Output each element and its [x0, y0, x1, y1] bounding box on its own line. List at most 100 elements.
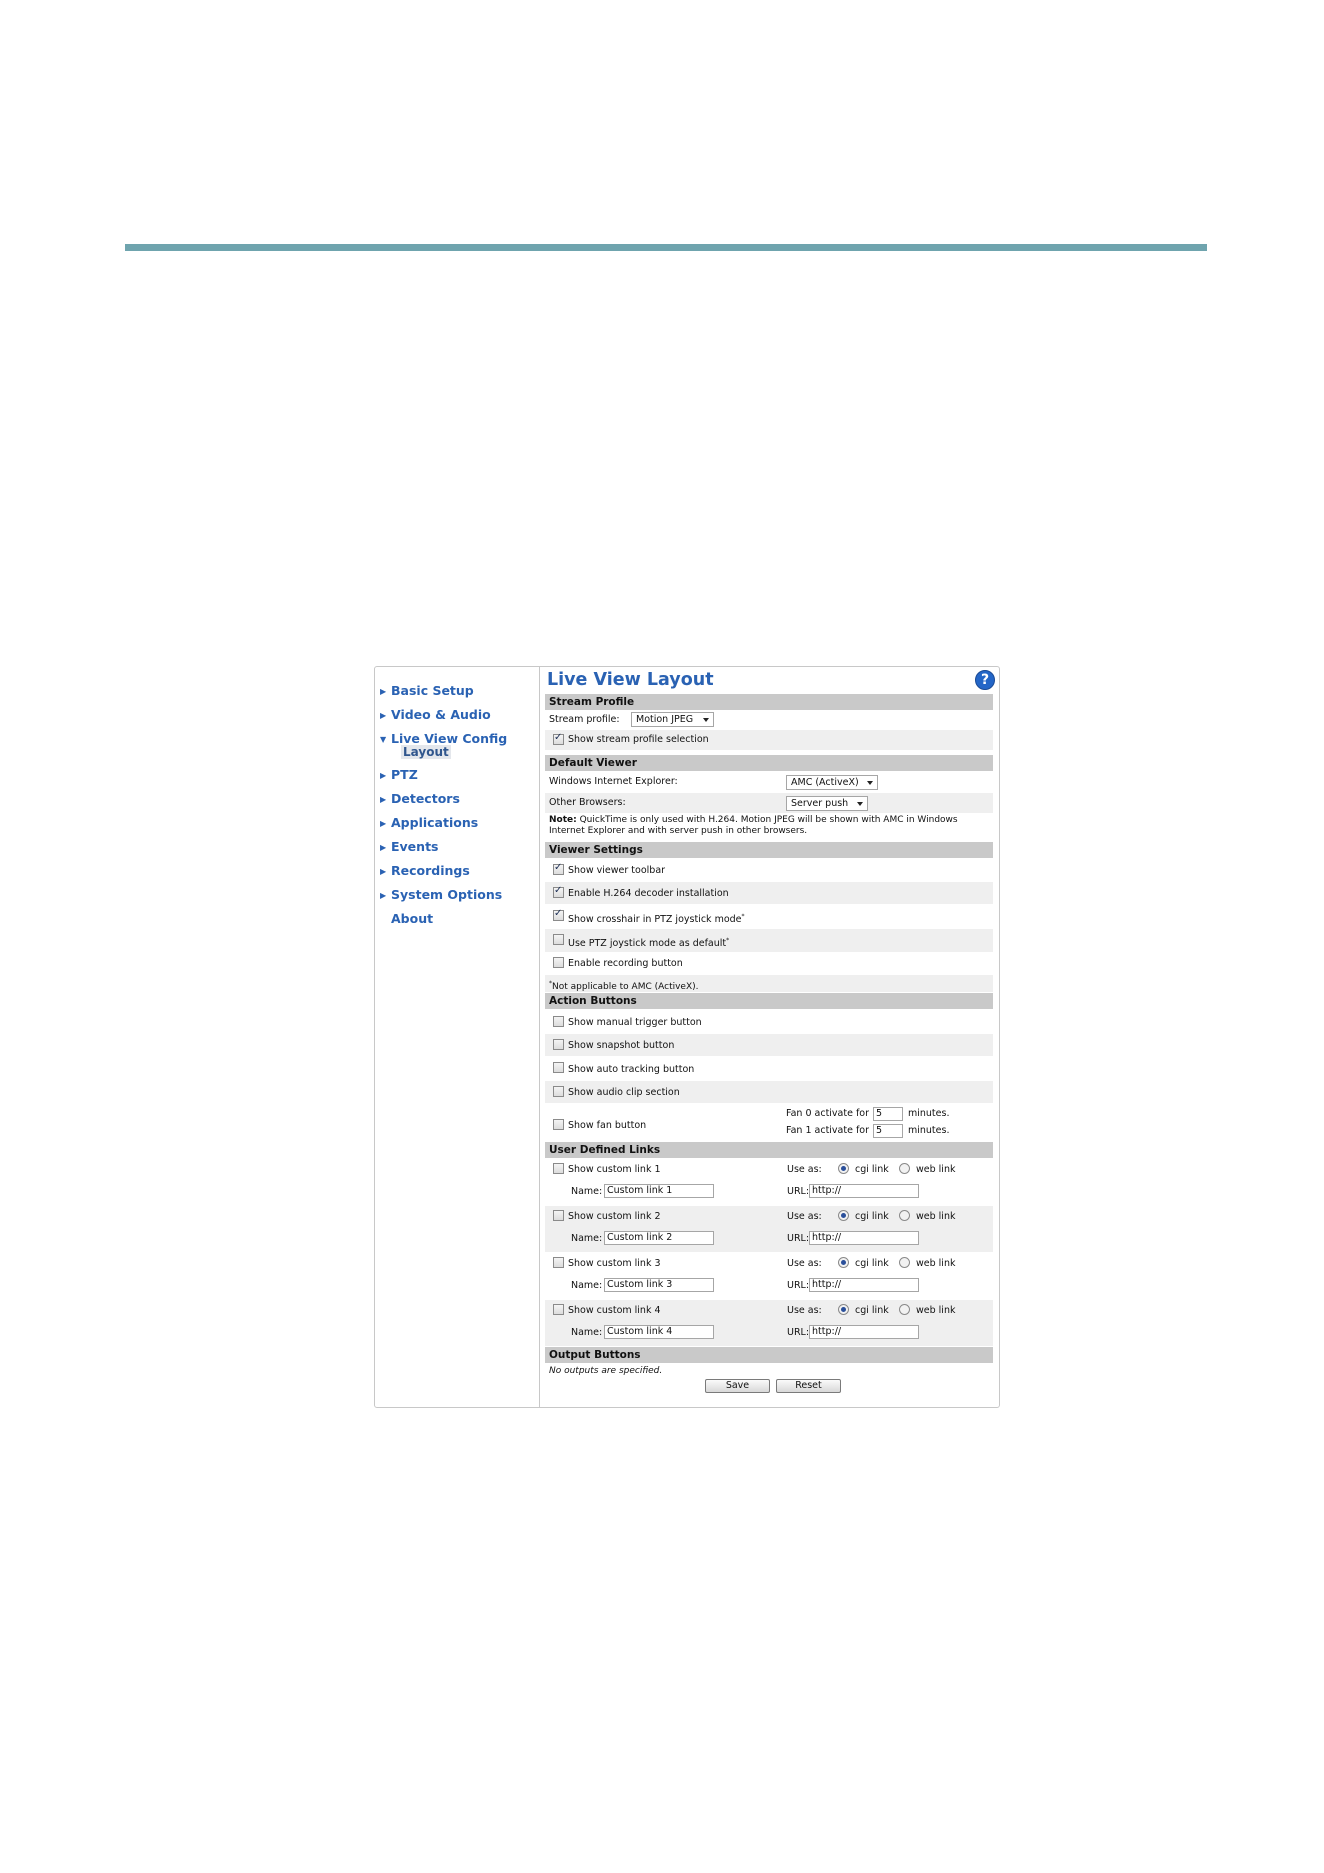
nav-item-applications[interactable]: ▶ Applications: [380, 815, 478, 830]
cgi-link-radio[interactable]: [838, 1257, 849, 1268]
web-link-label: web link: [916, 1164, 956, 1175]
nav-item-about[interactable]: About: [380, 911, 433, 926]
custom-link-label: Show custom link 2: [568, 1211, 661, 1222]
other-browsers-select[interactable]: Server push: [786, 796, 868, 811]
use-as-label: Use as:: [787, 1211, 822, 1222]
asterisk-mark: *: [726, 937, 730, 944]
audio-clip-row: Show audio clip section: [545, 1081, 993, 1103]
main-panel: Live View Layout ? Stream Profile Stream…: [543, 667, 995, 1407]
name-label: Name:: [571, 1327, 603, 1338]
cgi-link-radio[interactable]: [838, 1210, 849, 1221]
nav-item-ptz[interactable]: ▶ PTZ: [380, 767, 418, 782]
web-link-radio[interactable]: [899, 1304, 910, 1315]
nav-item-basic-setup[interactable]: ▶ Basic Setup: [380, 683, 474, 698]
custom-link-label: Show custom link 3: [568, 1258, 661, 1269]
ie-viewer-row: Windows Internet Explorer: AMC (ActiveX): [545, 772, 993, 792]
custom-link-checkbox[interactable]: [553, 1257, 564, 1268]
stream-profile-row: Stream profile: Motion JPEG: [545, 711, 993, 729]
name-label: Name:: [571, 1186, 603, 1197]
url-label: URL:: [787, 1233, 810, 1244]
viewer-footnote-row: *Not applicable to AMC (ActiveX).: [545, 975, 993, 992]
viewer-note: Note: QuickTime is only used with H.264.…: [545, 814, 993, 840]
link-url-input[interactable]: http://: [809, 1325, 919, 1339]
fan0-minutes-input[interactable]: 5: [873, 1107, 903, 1121]
section-stream-profile: Stream Profile: [545, 694, 993, 710]
nav-label: Detectors: [391, 791, 460, 806]
note-text-line2: Internet Explorer and with server push i…: [549, 826, 808, 836]
help-icon[interactable]: ?: [975, 670, 995, 690]
fan1-minutes-input[interactable]: 5: [873, 1124, 903, 1138]
stream-profile-select[interactable]: Motion JPEG: [631, 712, 714, 727]
custom-link-row: Show custom link 1 Use as: cgi link web …: [545, 1159, 993, 1205]
fan-button-checkbox[interactable]: [553, 1119, 564, 1130]
manual-trigger-label: Show manual trigger button: [568, 1017, 702, 1028]
use-as-label: Use as:: [787, 1164, 822, 1175]
fan0-label: Fan 0 activate for: [786, 1108, 870, 1119]
url-label: URL:: [787, 1186, 810, 1197]
link-name-input[interactable]: Custom link 3: [604, 1278, 714, 1292]
nav-item-events[interactable]: ▶ Events: [380, 839, 438, 854]
link-name-input[interactable]: Custom link 1: [604, 1184, 714, 1198]
web-link-radio[interactable]: [899, 1257, 910, 1268]
custom-link-row: Show custom link 2 Use as: cgi link web …: [545, 1206, 993, 1252]
nav-subitem-layout[interactable]: Layout: [401, 745, 451, 759]
chevron-right-icon: ▶: [380, 819, 387, 828]
section-user-links: User Defined Links: [545, 1142, 993, 1158]
auto-tracking-checkbox[interactable]: [553, 1062, 564, 1073]
snapshot-checkbox[interactable]: [553, 1039, 564, 1050]
chevron-right-icon: ▶: [380, 891, 387, 900]
crosshair-checkbox[interactable]: [553, 908, 564, 921]
fan0-minutes-unit: minutes.: [908, 1108, 950, 1119]
snapshot-label: Show snapshot button: [568, 1040, 675, 1051]
custom-link-label: Show custom link 1: [568, 1164, 661, 1175]
chevron-down-icon: [867, 781, 873, 785]
link-name-input[interactable]: Custom link 4: [604, 1325, 714, 1339]
nav-label: PTZ: [391, 767, 418, 782]
h264-decoder-checkbox[interactable]: [553, 885, 564, 898]
link-url-input[interactable]: http://: [809, 1184, 919, 1198]
manual-trigger-checkbox[interactable]: [553, 1016, 564, 1027]
nav-item-live-view-config[interactable]: ▼ Live View Config: [380, 731, 507, 746]
save-button[interactable]: Save: [705, 1379, 770, 1393]
page-title: Live View Layout: [547, 670, 714, 690]
note-text-line1: QuickTime is only used with H.264. Motio…: [576, 815, 958, 825]
auto-tracking-row: Show auto tracking button: [545, 1057, 993, 1080]
web-link-radio[interactable]: [899, 1163, 910, 1174]
show-profile-selection-checkbox[interactable]: [553, 732, 564, 745]
joystick-default-checkbox[interactable]: [553, 934, 564, 945]
chevron-right-icon: ▶: [380, 867, 387, 876]
crosshair-row: Show crosshair in PTZ joystick mode*: [545, 905, 993, 928]
cgi-link-label: cgi link: [855, 1211, 889, 1222]
cgi-link-radio[interactable]: [838, 1304, 849, 1315]
audio-clip-checkbox[interactable]: [553, 1086, 564, 1097]
section-action-buttons: Action Buttons: [545, 993, 993, 1009]
web-link-radio[interactable]: [899, 1210, 910, 1221]
cgi-link-radio[interactable]: [838, 1163, 849, 1174]
custom-link-checkbox[interactable]: [553, 1163, 564, 1174]
snapshot-row: Show snapshot button: [545, 1034, 993, 1056]
nav-item-recordings[interactable]: ▶ Recordings: [380, 863, 470, 878]
link-url-input[interactable]: http://: [809, 1231, 919, 1245]
nav-item-system-options[interactable]: ▶ System Options: [380, 887, 502, 902]
show-profile-selection-label: Show stream profile selection: [568, 734, 709, 745]
nav-label: Recordings: [391, 863, 470, 878]
nav-label: Video & Audio: [391, 707, 491, 722]
link-url-input[interactable]: http://: [809, 1278, 919, 1292]
viewer-toolbar-row: Show viewer toolbar: [545, 859, 993, 881]
recording-button-checkbox[interactable]: [553, 957, 564, 968]
nav-item-detectors[interactable]: ▶ Detectors: [380, 791, 460, 806]
chevron-down-icon: ▼: [380, 735, 387, 744]
nav-item-video-audio[interactable]: ▶ Video & Audio: [380, 707, 491, 722]
section-viewer-settings: Viewer Settings: [545, 842, 993, 858]
custom-link-checkbox[interactable]: [553, 1304, 564, 1315]
web-link-label: web link: [916, 1305, 956, 1316]
show-profile-selection-row: Show stream profile selection: [545, 730, 993, 750]
link-name-input[interactable]: Custom link 2: [604, 1231, 714, 1245]
auto-tracking-label: Show auto tracking button: [568, 1064, 695, 1075]
reset-button[interactable]: Reset: [776, 1379, 841, 1393]
custom-link-checkbox[interactable]: [553, 1210, 564, 1221]
ie-viewer-select[interactable]: AMC (ActiveX): [786, 775, 878, 790]
joystick-default-row: Use PTZ joystick mode as default*: [545, 929, 993, 952]
viewer-toolbar-checkbox[interactable]: [553, 862, 564, 875]
viewer-footnote: Not applicable to AMC (ActiveX).: [552, 982, 699, 992]
